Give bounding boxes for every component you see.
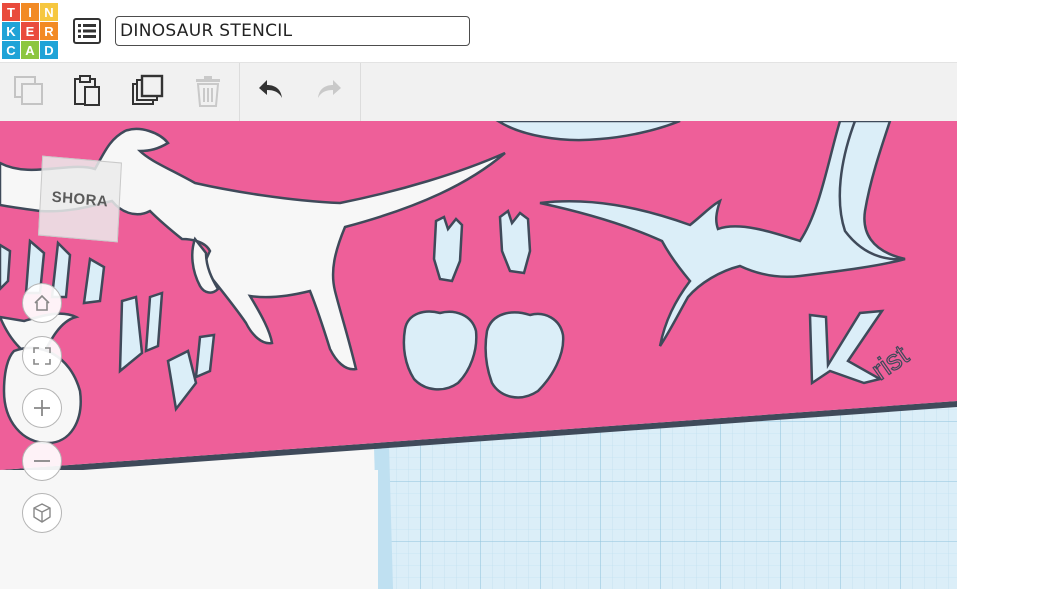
logo-letter: D	[40, 41, 58, 59]
toolbar-divider	[239, 63, 240, 121]
edit-toolbar	[0, 63, 957, 122]
perspective-button[interactable]	[22, 493, 62, 533]
perspective-icon	[33, 503, 51, 523]
logo-letter: E	[21, 22, 39, 40]
view-cube[interactable]: SHORA	[38, 155, 122, 243]
copy-button[interactable]	[11, 73, 47, 109]
undo-icon	[259, 80, 282, 98]
logo-letter: C	[2, 41, 20, 59]
3d-scene[interactable]: rist	[0, 121, 957, 589]
redo-icon	[318, 80, 341, 98]
workplane-viewport[interactable]: rist SHORA	[0, 121, 957, 589]
tinkercad-app: TIN KER CAD DINOSAUR STENCIL rist SHORA	[0, 0, 957, 589]
empty-canvas	[0, 470, 378, 589]
toolbar-divider	[360, 63, 361, 121]
view-cube-face-label: SHORA	[51, 188, 109, 210]
paste-icon	[74, 75, 100, 106]
duplicate-button[interactable]	[130, 73, 166, 109]
logo-letter: R	[40, 22, 58, 40]
logo-letter: T	[2, 3, 20, 21]
design-title-input[interactable]	[115, 16, 470, 46]
zoom-in-button[interactable]	[22, 388, 62, 428]
paste-button[interactable]	[69, 73, 105, 109]
logo-letter: I	[21, 3, 39, 21]
delete-icon	[196, 76, 220, 107]
copy-icon	[14, 76, 43, 105]
undo-button[interactable]	[252, 73, 288, 109]
zoom-in-icon	[34, 400, 50, 416]
top-bar: TIN KER CAD	[0, 0, 957, 63]
redo-button[interactable]	[312, 73, 348, 109]
home-view-button[interactable]	[22, 283, 62, 323]
logo-letter: A	[21, 41, 39, 59]
list-icon	[73, 18, 101, 44]
delete-button[interactable]	[190, 73, 226, 109]
zoom-out-button[interactable]	[22, 441, 62, 481]
zoom-out-icon	[34, 460, 50, 462]
home-icon	[34, 294, 50, 311]
logo-letter: K	[2, 22, 20, 40]
logo-letter: N	[40, 3, 58, 21]
fit-view-icon	[33, 347, 51, 365]
fit-view-button[interactable]	[22, 336, 62, 376]
tinkercad-logo[interactable]: TIN KER CAD	[2, 3, 58, 59]
duplicate-icon	[132, 74, 164, 105]
design-list-button[interactable]	[72, 16, 102, 46]
